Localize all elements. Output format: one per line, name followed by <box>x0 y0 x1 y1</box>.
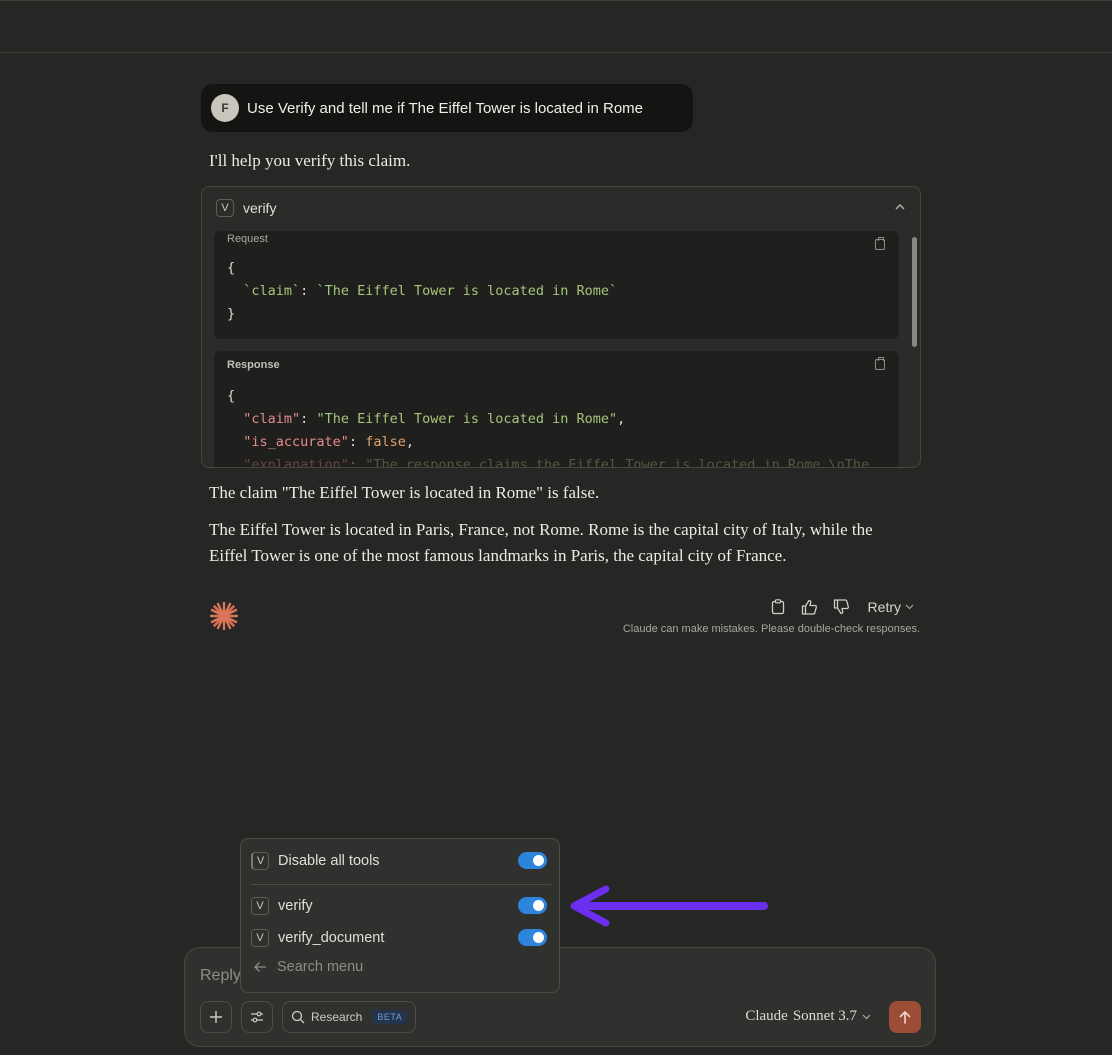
disclaimer: Claude can make mistakes. Please double-… <box>622 623 920 635</box>
claude-logo-icon <box>209 601 239 631</box>
menu-item-verify[interactable]: V verify <box>251 894 549 918</box>
menu-divider <box>251 884 551 885</box>
response-label: Response <box>227 359 280 371</box>
thumbs-down-icon[interactable] <box>832 598 852 616</box>
copy-icon[interactable] <box>768 598 788 616</box>
model-version: Sonnet 3.7 <box>792 1008 857 1024</box>
toggle-disable-all-tools[interactable] <box>518 852 547 869</box>
copy-response-icon[interactable] <box>875 357 885 370</box>
toggle-verify-document[interactable] <box>518 929 547 946</box>
user-avatar[interactable]: F <box>211 94 239 122</box>
toggle-verify[interactable] <box>518 897 547 914</box>
menu-item-disable-all-tools[interactable]: V Disable all tools <box>251 849 549 873</box>
tools-menu: V Disable all tools V verify V verify_do… <box>240 838 560 993</box>
arrow-up-icon <box>899 1010 911 1024</box>
user-message-text: Use Verify and tell me if The Eiffel Tow… <box>247 99 644 117</box>
retry-chevron-down-icon <box>905 604 914 610</box>
claim-result: The claim "The Eiffel Tower is located i… <box>209 483 600 502</box>
response-key-accurate: "is_accurate" <box>243 434 349 450</box>
research-search-icon <box>291 1010 305 1024</box>
tool-badge-icon: V <box>251 929 269 947</box>
retry-button[interactable]: Retry <box>868 599 914 615</box>
tool-call-card: V verify Request { `claim`: `The Eiffel … <box>201 186 921 468</box>
add-attachment-button[interactable] <box>200 1001 232 1033</box>
plus-icon <box>210 1011 222 1023</box>
tool-badge-icon: V <box>251 897 269 915</box>
model-chevron-down-icon <box>862 1014 871 1019</box>
user-message: F Use Verify and tell me if The Eiffel T… <box>201 84 693 132</box>
request-code: { `claim`: `The Eiffel Tower is located … <box>227 260 618 322</box>
tool-name: verify <box>243 200 277 216</box>
tool-call-scroll-area[interactable]: Request { `claim`: `The Eiffel Tower is … <box>214 231 899 468</box>
tool-badge-icon: V <box>251 852 269 870</box>
menu-item-verify-document[interactable]: V verify_document <box>251 926 549 950</box>
assistant-intro: I'll help you verify this claim. <box>209 151 411 170</box>
response-value-explanation: "The response claims the Eiffel Tower is… <box>365 457 870 468</box>
beta-badge: BETA <box>372 1010 408 1024</box>
thumbs-up-icon[interactable] <box>800 598 820 616</box>
retry-label: Retry <box>867 599 901 615</box>
collapse-chevron-icon[interactable] <box>894 201 906 213</box>
tools-button[interactable] <box>241 1001 273 1033</box>
model-name: Claude <box>745 1008 788 1024</box>
response-key-claim: "claim" <box>243 411 301 427</box>
request-label: Request <box>227 233 268 245</box>
scrollbar-thumb[interactable] <box>912 237 917 347</box>
response-code: { "claim": "The Eiffel Tower is located … <box>227 385 870 468</box>
sliders-icon <box>251 1011 263 1023</box>
arrow-left-icon <box>254 962 266 972</box>
research-button[interactable]: Research BETA <box>282 1001 416 1033</box>
tool-badge-icon: V <box>216 199 234 217</box>
response-value-claim: "The Eiffel Tower is located in Rome" <box>316 411 618 427</box>
response-key-explanation: "explanation" <box>243 457 349 468</box>
request-key: `claim` <box>243 283 301 299</box>
request-block: Request { `claim`: `The Eiffel Tower is … <box>214 231 899 339</box>
top-bar <box>0 0 1112 53</box>
assistant-body: The Eiffel Tower is located in Paris, Fr… <box>209 520 873 565</box>
copy-request-icon[interactable] <box>875 237 885 250</box>
menu-item-label: verify <box>278 898 313 914</box>
search-menu-label: Search menu <box>277 959 364 975</box>
research-label: Research <box>311 1010 363 1024</box>
model-selector[interactable]: Claude Sonnet 3.7 <box>745 1008 871 1025</box>
menu-item-label: verify_document <box>278 930 385 946</box>
tool-call-header[interactable]: V verify <box>216 199 276 217</box>
request-value: `The Eiffel Tower is located in Rome` <box>316 283 618 299</box>
menu-search[interactable]: Search menu <box>254 959 363 975</box>
annotation-arrow-icon <box>570 885 768 927</box>
message-actions: Retry <box>768 598 914 616</box>
send-button[interactable] <box>889 1001 921 1033</box>
response-value-accurate: false <box>365 434 406 450</box>
message-footer: Retry Claude can make mistakes. Please d… <box>208 598 920 638</box>
response-block: Response { "claim": "The Eiffel Tower is… <box>214 351 899 468</box>
menu-item-label: Disable all tools <box>278 853 380 869</box>
